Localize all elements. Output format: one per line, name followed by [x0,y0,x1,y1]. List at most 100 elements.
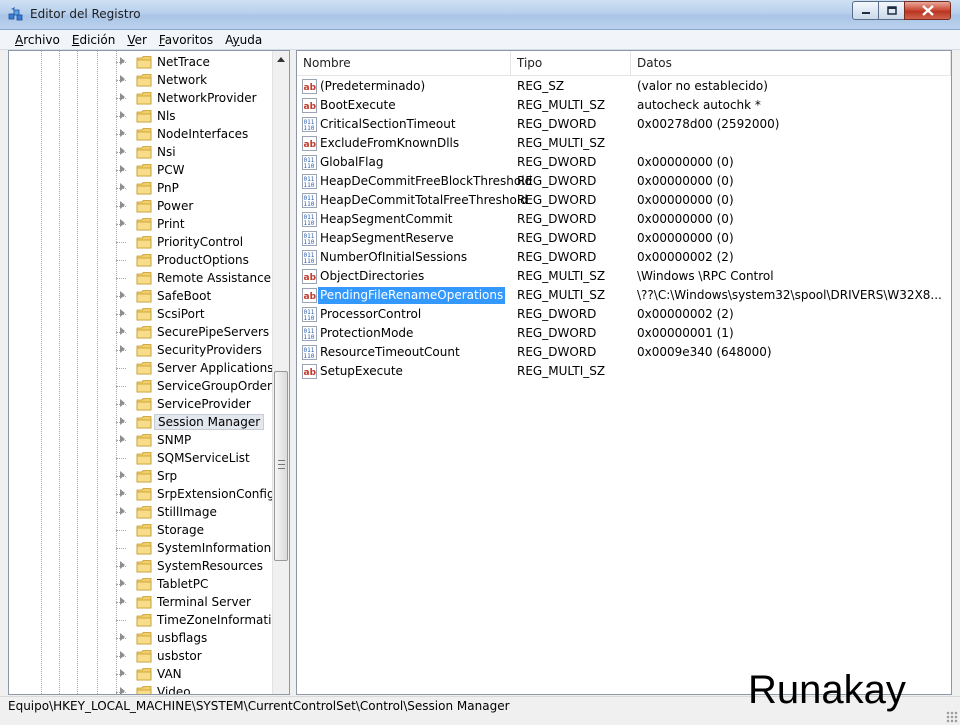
tree-item[interactable]: usbstor [9,647,279,665]
expand-arrow-icon[interactable] [120,201,125,209]
expand-arrow-icon[interactable] [120,129,125,137]
expand-arrow-icon[interactable] [120,651,125,659]
value-row[interactable]: ab SetupExecute REG_MULTI_SZ [297,362,951,381]
tree-item[interactable]: NetworkProvider [9,89,279,107]
value-row[interactable]: 011 110 HeapDeCommitTotalFreeThreshold REG_… [297,191,951,210]
expand-arrow-icon[interactable] [120,399,125,407]
expand-arrow-icon[interactable] [120,147,125,155]
tree-item[interactable]: SNMP [9,431,279,449]
tree-item[interactable]: ScsiPort [9,305,279,323]
tree-item[interactable]: ServiceGroupOrder [9,377,279,395]
value-row[interactable]: ab ExcludeFromKnownDlls REG_MULTI_SZ [297,134,951,153]
tree-item[interactable]: usbflags [9,629,279,647]
tree-item[interactable]: VAN [9,665,279,683]
close-button[interactable] [904,1,951,20]
expand-arrow-icon[interactable] [120,633,125,641]
tree-item[interactable]: Network [9,71,279,89]
expand-arrow-icon[interactable] [120,345,125,353]
value-row[interactable]: ab ObjectDirectories REG_MULTI_SZ \Windows … [297,267,951,286]
tree-item[interactable]: Server Applications [9,359,279,377]
tree-item[interactable]: Storage [9,521,279,539]
tree-item[interactable]: PriorityControl [9,233,279,251]
values-list[interactable]: Nombre Tipo Datos ab (Predeterminado) REG_… [296,50,952,695]
column-header-type[interactable]: Tipo [511,51,631,76]
value-row[interactable]: 011 110 HeapSegmentCommit REG_DWORD 0x000000… [297,210,951,229]
tree-item[interactable]: ProductOptions [9,251,279,269]
tree-item[interactable]: TimeZoneInformation [9,611,286,629]
expand-arrow-icon[interactable] [120,93,125,101]
menu-ayuda[interactable]: Ayuda [219,33,268,47]
expand-arrow-icon[interactable] [120,165,125,173]
tree-item[interactable]: Power [9,197,279,215]
tree-item[interactable]: ServiceProvider [9,395,279,413]
folder-icon [136,631,152,645]
scroll-up-button[interactable] [273,51,289,68]
tree-item[interactable]: PCW [9,161,279,179]
tree-item[interactable]: Print [9,215,279,233]
expand-arrow-icon[interactable] [120,75,125,83]
value-row[interactable]: 011 110 HeapDeCommitFreeBlockThreshold REG_… [297,172,951,191]
value-row[interactable]: ab BootExecute REG_MULTI_SZ autocheck autoc… [297,96,951,115]
tree-item[interactable]: NodeInterfaces [9,125,279,143]
tree-item[interactable]: Remote Assistance [9,269,279,287]
value-row[interactable]: 011 110 ProtectionMode REG_DWORD 0x00000001 … [297,324,951,343]
expand-arrow-icon[interactable] [120,579,125,587]
resize-grip-icon[interactable] [946,711,958,723]
expand-arrow-icon[interactable] [120,669,125,677]
value-row[interactable]: ab (Predeterminado) REG_SZ (valor no establ… [297,77,951,96]
minimize-button[interactable] [852,1,879,20]
tree-item[interactable]: SafeBoot [9,287,279,305]
tree-item[interactable]: SecurityProviders [9,341,279,359]
tree-item[interactable]: PnP [9,179,279,197]
column-header-data[interactable]: Datos [631,51,951,76]
value-type: REG_MULTI_SZ [517,98,606,112]
tree-item[interactable]: Terminal Server [9,593,279,611]
expand-arrow-icon[interactable] [120,183,125,191]
tree-item[interactable]: Nls [9,107,279,125]
column-header-name[interactable]: Nombre [297,51,511,76]
tree-item[interactable]: Session Manager [9,413,279,431]
menu-favoritos[interactable]: Favoritos [153,33,219,47]
expand-arrow-icon[interactable] [120,111,125,119]
maximize-button[interactable] [878,1,905,20]
value-row[interactable]: 011 110 ResourceTimeoutCount REG_DWORD 0x000… [297,343,951,362]
value-row[interactable]: 011 110 CriticalSectionTimeout REG_DWORD 0x0… [297,115,951,134]
tree-scrollbar[interactable] [272,51,289,694]
expand-arrow-icon[interactable] [120,471,125,479]
menu-archivo[interactable]: Archivo [9,33,66,47]
tree-item[interactable]: SQMServiceList [9,449,279,467]
value-row[interactable]: 011 110 GlobalFlag REG_DWORD 0x00000000 (0) [297,153,951,172]
value-row[interactable]: 011 110 NumberOfInitialSessions REG_DWORD 0x… [297,248,951,267]
tree-item[interactable]: SystemResources [9,557,279,575]
key-tree[interactable]: NetTrace Network NetworkProvider Nls NodeInt… [8,50,290,695]
tree-item[interactable]: SrpExtensionConfig [9,485,279,503]
expand-arrow-icon[interactable] [120,435,125,443]
expand-arrow-icon[interactable] [120,489,125,497]
tree-item[interactable]: TabletPC [9,575,279,593]
tree-item[interactable]: SecurePipeServers [9,323,279,341]
scroll-thumb[interactable] [274,371,288,561]
expand-arrow-icon[interactable] [120,687,125,694]
tree-item[interactable]: StillImage [9,503,279,521]
tree-item[interactable]: Srp [9,467,279,485]
tree-item[interactable]: SystemInformation [9,539,279,557]
expand-arrow-icon[interactable] [120,291,125,299]
expand-arrow-icon[interactable] [120,507,125,515]
expand-arrow-icon[interactable] [120,57,125,65]
value-row[interactable]: ab PendingFileRenameOperations REG_MULTI_S… [297,286,951,305]
expand-arrow-icon[interactable] [120,219,125,227]
expand-arrow-icon[interactable] [120,597,125,605]
expand-arrow-icon[interactable] [120,309,125,317]
value-row[interactable]: 011 110 HeapSegmentReserve REG_DWORD 0x00000… [297,229,951,248]
expand-arrow-icon[interactable] [120,327,125,335]
scroll-grip-icon [278,460,285,469]
tree-item[interactable]: Video [9,683,279,694]
tree-item[interactable]: Nsi [9,143,279,161]
menu-edicion[interactable]: Edición [66,33,121,47]
tree-item[interactable]: NetTrace [9,53,279,71]
expand-arrow-icon[interactable] [120,417,125,425]
svg-text:ab: ab [304,292,317,302]
menu-ver[interactable]: Ver [121,33,153,47]
expand-arrow-icon[interactable] [120,561,125,569]
value-row[interactable]: 011 110 ProcessorControl REG_DWORD 0x0000000… [297,305,951,324]
